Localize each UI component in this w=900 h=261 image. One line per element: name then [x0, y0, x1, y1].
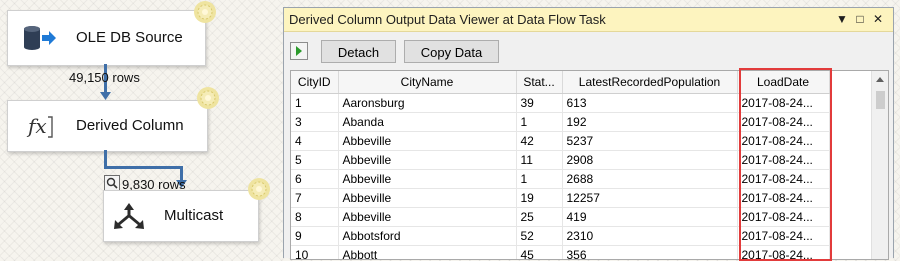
- cell: 12257: [562, 188, 738, 208]
- cell: 2017-08-24...: [737, 93, 830, 113]
- column-header-population[interactable]: LatestRecordedPopulation: [562, 71, 738, 94]
- cell: 5237: [562, 131, 738, 151]
- column-header-loaddate[interactable]: LoadDate: [737, 71, 830, 94]
- cell: 2017-08-24...: [737, 207, 830, 227]
- cell: 419: [562, 207, 738, 227]
- play-icon[interactable]: [290, 42, 308, 60]
- copy-data-button[interactable]: Copy Data: [404, 40, 499, 63]
- cell: 45: [516, 245, 563, 259]
- cell: 192: [562, 112, 738, 132]
- cell: 2017-08-24...: [737, 188, 830, 208]
- cell: 8: [291, 207, 339, 227]
- path-connector-2a[interactable]: [104, 150, 107, 167]
- cell: Abbeville: [338, 150, 517, 170]
- cell: 2310: [562, 226, 738, 246]
- cell: 356: [562, 245, 738, 259]
- path-arrow-1: [100, 92, 111, 100]
- path-connector-2b[interactable]: [104, 166, 182, 169]
- cell: 5: [291, 150, 339, 170]
- cell: Abanda: [338, 112, 517, 132]
- data-viewer-window: Derived Column Output Data Viewer at Dat…: [283, 7, 894, 261]
- cell: 1: [291, 93, 339, 113]
- cell: 39: [516, 93, 563, 113]
- multicast-icon: [114, 203, 144, 229]
- svg-text:fx: fx: [26, 114, 47, 138]
- scroll-up-icon[interactable]: [876, 77, 884, 82]
- table-row[interactable]: 10 Abbott 45 356 2017-08-24...: [291, 245, 830, 259]
- table-row[interactable]: 4 Abbeville 42 5237 2017-08-24...: [291, 131, 830, 151]
- cell: 7: [291, 188, 339, 208]
- cell: 2017-08-24...: [737, 112, 830, 132]
- cell: 6: [291, 169, 339, 189]
- column-header-cityname[interactable]: CityName: [338, 71, 517, 94]
- table-header-row: CityID CityName Stat... LatestRecordedPo…: [291, 71, 830, 94]
- cell: Abbeville: [338, 207, 517, 227]
- cell: 2688: [562, 169, 738, 189]
- cell: 3: [291, 112, 339, 132]
- row-count-label-1: 49,150 rows: [69, 70, 140, 85]
- column-header-cityid[interactable]: CityID: [291, 71, 339, 94]
- cell: 2017-08-24...: [737, 226, 830, 246]
- viewer-toolbar: Detach Copy Data: [284, 32, 893, 70]
- ole-db-source-label: OLE DB Source: [76, 29, 183, 46]
- cell: 613: [562, 93, 738, 113]
- cell: 2017-08-24...: [737, 131, 830, 151]
- table-row[interactable]: 3 Abanda 1 192 2017-08-24...: [291, 112, 830, 132]
- table-row[interactable]: 9 Abbotsford 52 2310 2017-08-24...: [291, 226, 830, 246]
- table-row[interactable]: 6 Abbeville 1 2688 2017-08-24...: [291, 169, 830, 189]
- cell: 2017-08-24...: [737, 169, 830, 189]
- vertical-scrollbar[interactable]: [871, 71, 888, 259]
- cell: 10: [291, 245, 339, 259]
- table-row[interactable]: 5 Abbeville 11 2908 2017-08-24...: [291, 150, 830, 170]
- ole-db-source-icon: [24, 26, 56, 50]
- cell: Abbotsford: [338, 226, 517, 246]
- dropdown-icon[interactable]: ▼: [834, 11, 850, 27]
- scroll-thumb[interactable]: [876, 91, 885, 109]
- derived-column-fx-icon: fx: [26, 114, 53, 138]
- cell: 25: [516, 207, 563, 227]
- table-row[interactable]: 7 Abbeville 19 12257 2017-08-24...: [291, 188, 830, 208]
- multicast-task[interactable]: Multicast: [103, 190, 259, 242]
- cell: Abbeville: [338, 169, 517, 189]
- close-icon[interactable]: ✕: [870, 11, 886, 27]
- data-viewer-icon[interactable]: [104, 175, 120, 191]
- cell: 19: [516, 188, 563, 208]
- table-row[interactable]: 8 Abbeville 25 419 2017-08-24...: [291, 207, 830, 227]
- derived-column-label: Derived Column: [76, 117, 184, 134]
- derived-column-task[interactable]: fx Derived Column: [7, 100, 208, 152]
- status-sun-icon: [197, 87, 219, 109]
- cell: 2017-08-24...: [737, 150, 830, 170]
- data-grid[interactable]: CityID CityName Stat... LatestRecordedPo…: [290, 70, 889, 260]
- cell: 2017-08-24...: [737, 245, 830, 259]
- cell: Abbott: [338, 245, 517, 259]
- status-sun-icon: [194, 1, 216, 23]
- cell: 11: [516, 150, 563, 170]
- cell: 2908: [562, 150, 738, 170]
- viewer-title-bar[interactable]: Derived Column Output Data Viewer at Dat…: [284, 8, 893, 32]
- viewer-title: Derived Column Output Data Viewer at Dat…: [289, 12, 606, 27]
- status-sun-icon: [248, 178, 270, 200]
- column-header-state[interactable]: Stat...: [516, 71, 563, 94]
- cell: 1: [516, 169, 563, 189]
- cell: 4: [291, 131, 339, 151]
- cell: Abbeville: [338, 188, 517, 208]
- cell: Abbeville: [338, 131, 517, 151]
- cell: 9: [291, 226, 339, 246]
- multicast-label: Multicast: [164, 207, 224, 224]
- maximize-icon[interactable]: □: [852, 11, 868, 27]
- ole-db-source-task[interactable]: OLE DB Source: [7, 10, 206, 66]
- data-table: CityID CityName Stat... LatestRecordedPo…: [291, 71, 830, 259]
- table-row[interactable]: 1 Aaronsburg 39 613 2017-08-24...: [291, 93, 830, 113]
- detach-button[interactable]: Detach: [321, 40, 396, 63]
- cell: 52: [516, 226, 563, 246]
- cell: 42: [516, 131, 563, 151]
- cell: 1: [516, 112, 563, 132]
- cell: Aaronsburg: [338, 93, 517, 113]
